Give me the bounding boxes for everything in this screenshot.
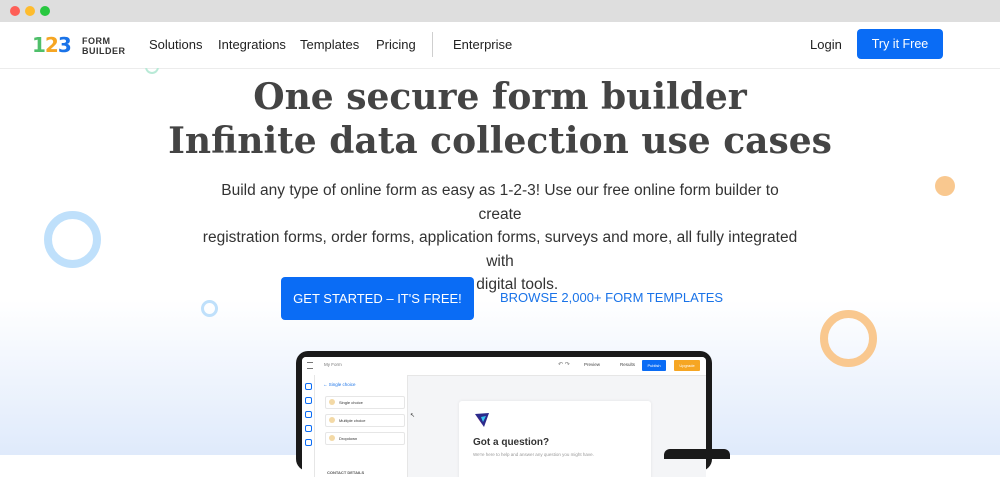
top-navbar: 123 FORM BUILDER Solutions Integrations … <box>0 22 1000 69</box>
notifications-icon <box>305 425 312 432</box>
rules-icon <box>305 411 312 418</box>
app-preview: Preview <box>584 362 601 367</box>
browser-titlebar <box>0 0 1000 23</box>
laptop-mockup: My Form ↶ ↷ Preview Results Publish Upgr… <box>296 351 712 477</box>
panel-item: Dropdown <box>325 432 405 445</box>
decorative-ring-orange <box>820 310 877 367</box>
minimize-window-button[interactable] <box>25 6 35 16</box>
undo-redo-icon: ↶ ↷ <box>558 362 570 368</box>
single-choice-icon <box>329 399 335 405</box>
close-window-button[interactable] <box>10 6 20 16</box>
fields-icon <box>305 383 312 390</box>
app-publish: Publish <box>642 360 666 371</box>
dropdown-icon <box>329 435 335 441</box>
nav-divider <box>432 32 433 57</box>
logo-mark: 123 <box>32 33 72 57</box>
form-logo-icon <box>475 413 489 427</box>
phone-mockup <box>664 449 730 459</box>
nav-enterprise[interactable]: Enterprise <box>453 37 512 52</box>
multiple-choice-icon <box>329 417 335 423</box>
app-field-panel: ← Single choice Single choice Multiple c… <box>315 375 408 477</box>
get-started-button[interactable]: GET STARTED – IT'S FREE! <box>281 277 474 320</box>
decorative-ring-large-blue <box>44 211 101 268</box>
menu-icon <box>307 362 313 369</box>
mouse-cursor-icon: ↖ <box>410 413 416 419</box>
panel-section-heading: CONTACT DETAILS <box>327 470 365 475</box>
hero-title-line-1: One secure form builder <box>253 76 747 118</box>
panel-item: Single choice <box>325 396 405 409</box>
app-toolbar: My Form ↶ ↷ Preview Results Publish Upgr… <box>302 357 706 376</box>
panel-item: Multiple choice <box>325 414 405 427</box>
panel-back-label: ← Single choice <box>323 382 356 387</box>
nav-solutions[interactable]: Solutions <box>149 37 202 52</box>
form-question-heading: Got a question? <box>473 437 550 448</box>
logo[interactable]: 123 FORM BUILDER <box>32 34 127 58</box>
app-form-name: My Form <box>324 362 342 367</box>
browse-templates-link[interactable]: BROWSE 2,000+ FORM TEMPLATES <box>500 290 723 305</box>
style-icon <box>305 397 312 404</box>
logo-wordmark: FORM BUILDER <box>82 36 126 56</box>
try-it-free-button[interactable]: Try it Free <box>857 29 943 59</box>
settings-icon <box>305 439 312 446</box>
decorative-dot-orange <box>935 176 955 196</box>
app-upgrade: Upgrade <box>674 360 700 371</box>
nav-templates[interactable]: Templates <box>300 37 359 52</box>
login-link[interactable]: Login <box>810 37 842 52</box>
nav-integrations[interactable]: Integrations <box>218 37 286 52</box>
app-results: Results <box>620 362 636 367</box>
decorative-ring-small-blue <box>201 300 218 317</box>
zoom-window-button[interactable] <box>40 6 50 16</box>
app-icon-rail <box>302 375 315 477</box>
form-preview-card: Got a question? We're here to help and a… <box>459 401 651 477</box>
hero-title-line-2: Infinite data collection use cases <box>168 120 832 162</box>
nav-pricing[interactable]: Pricing <box>376 37 416 52</box>
app-screenshot: My Form ↶ ↷ Preview Results Publish Upgr… <box>302 357 706 477</box>
